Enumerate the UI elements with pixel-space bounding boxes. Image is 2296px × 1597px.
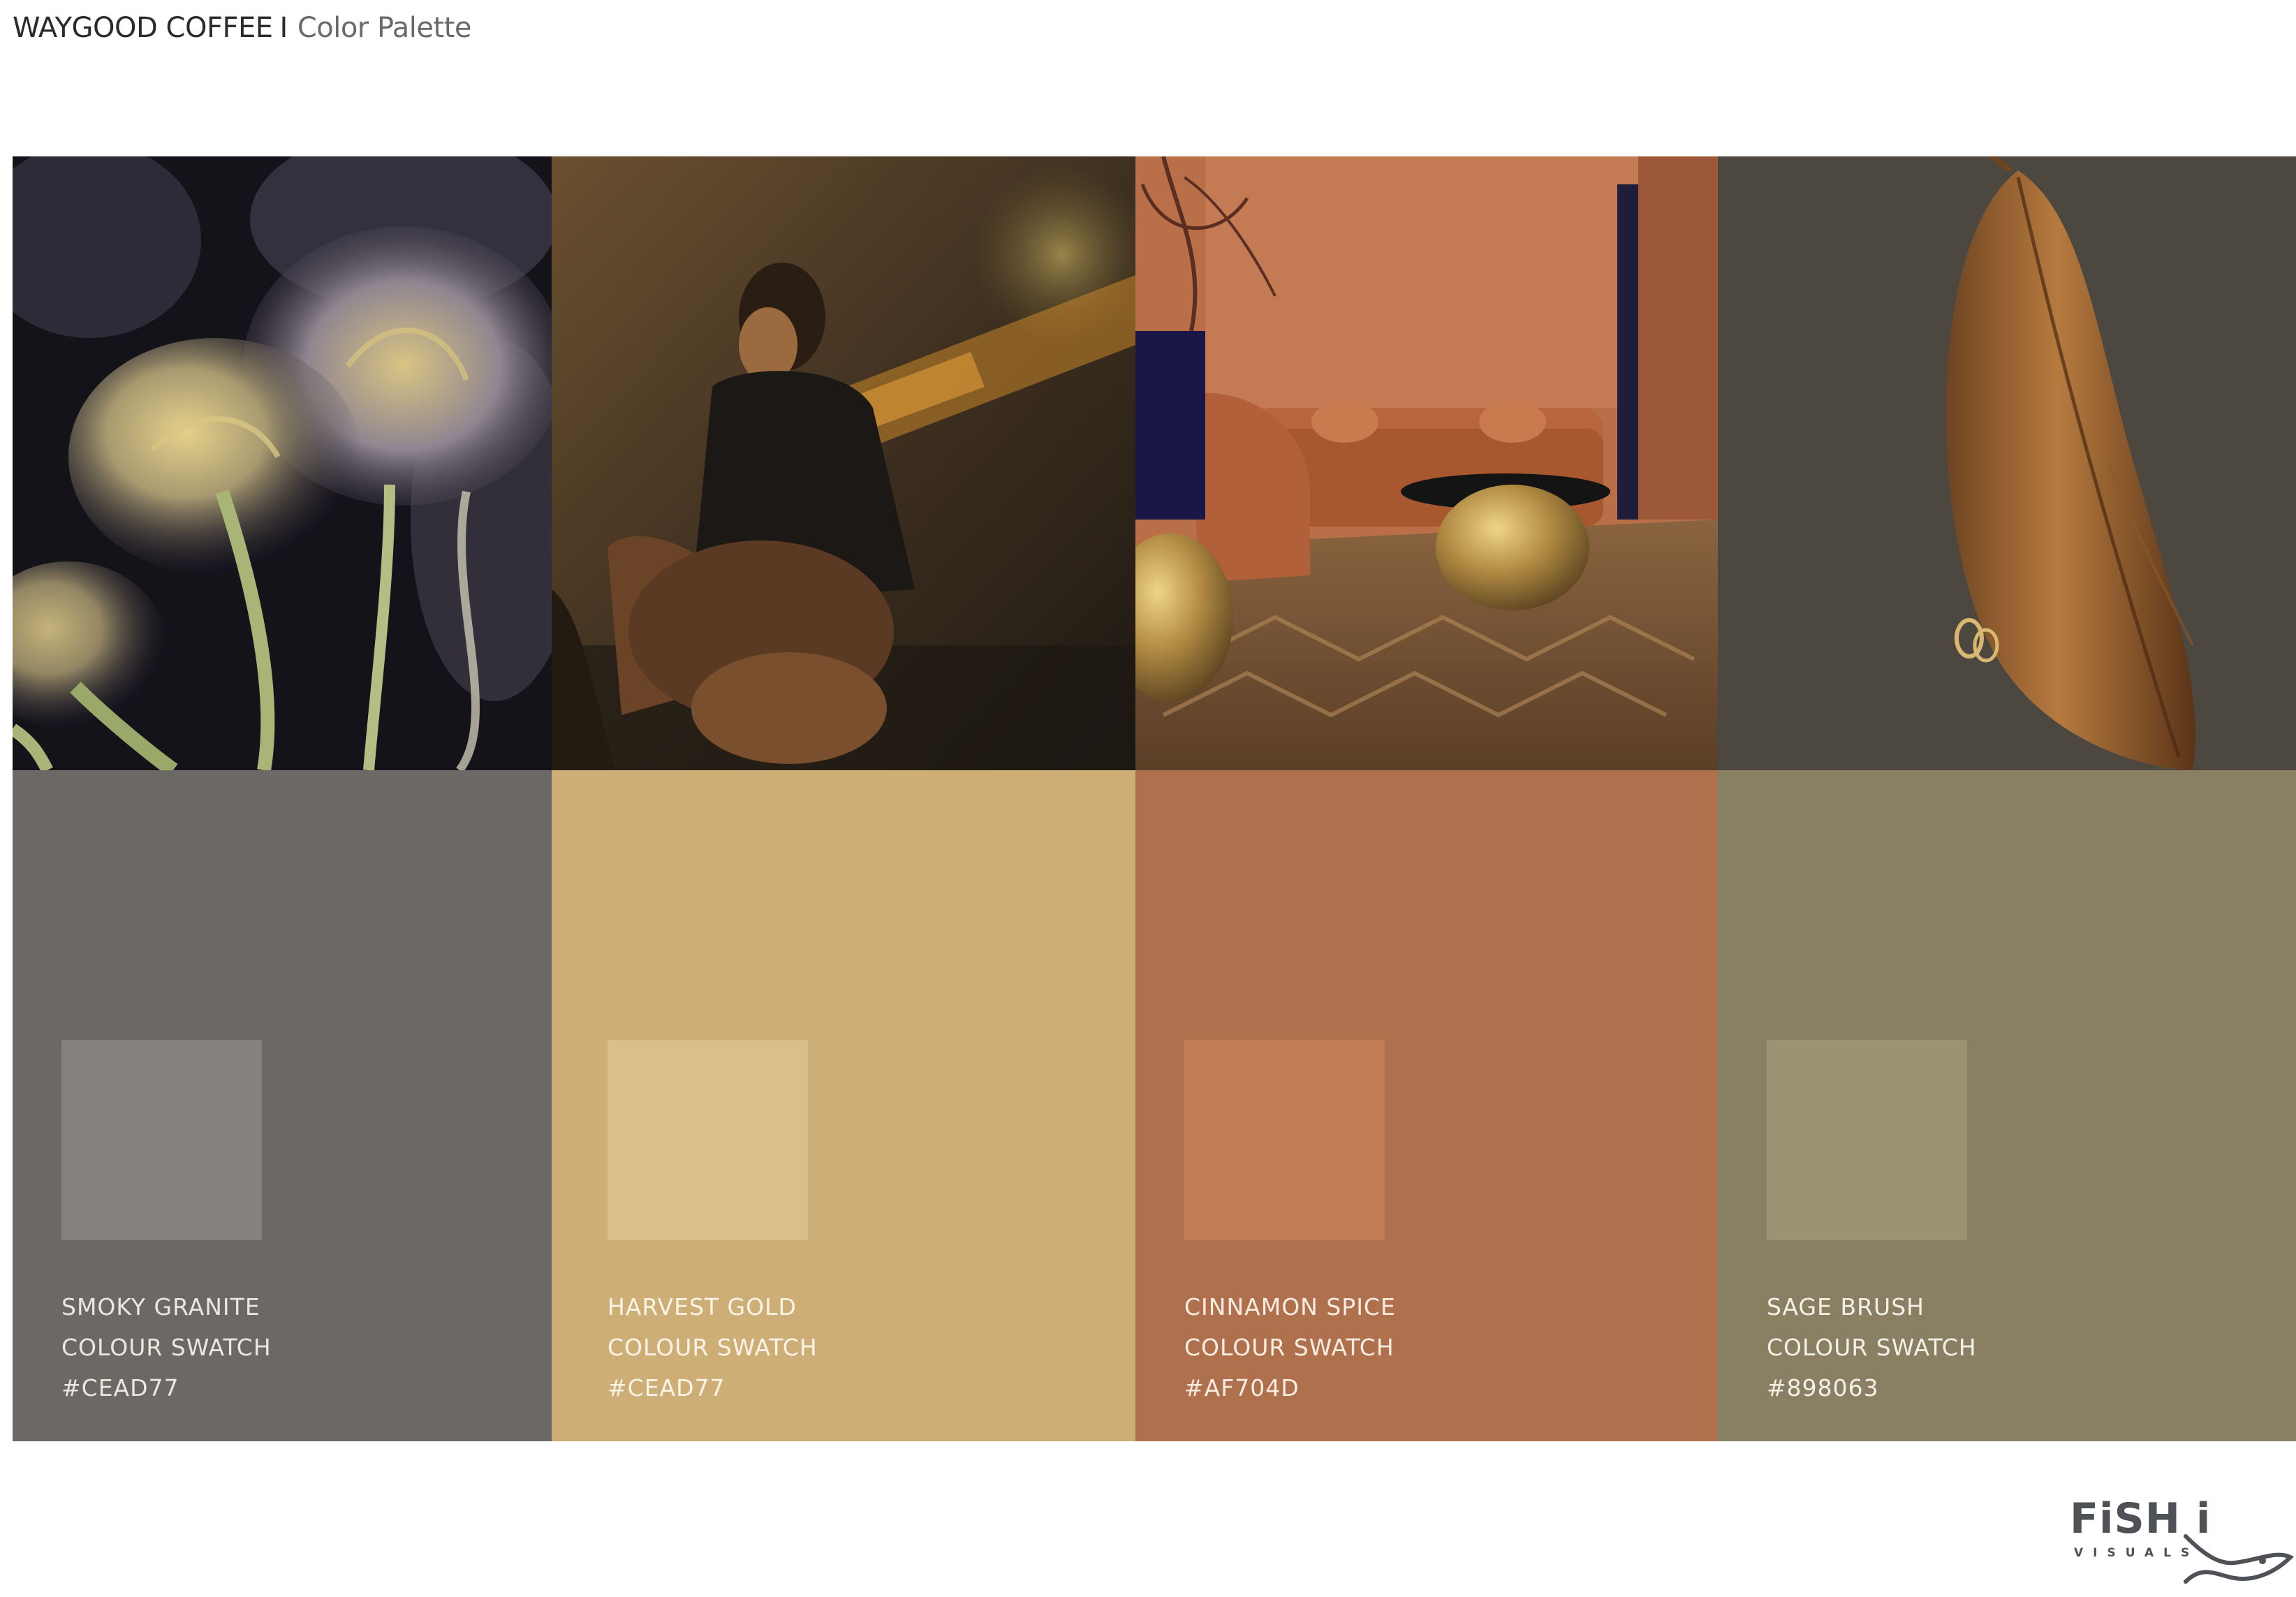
palette-column-harvest-gold: HARVEST GOLD COLOUR SWATCH #CEAD77 xyxy=(552,156,1135,1441)
swatch-label: COLOUR SWATCH xyxy=(608,1334,818,1361)
dried-leaf-photo xyxy=(1718,156,2296,770)
dried-tulips-photo xyxy=(13,156,552,770)
swatch-hex: #CEAD77 xyxy=(608,1374,726,1401)
swatch-details: SMOKY GRANITE COLOUR SWATCH #CEAD77 xyxy=(61,1287,272,1408)
swatch-details: SAGE BRUSH COLOUR SWATCH #898063 xyxy=(1767,1287,1977,1408)
swatch-label: COLOUR SWATCH xyxy=(1767,1334,1977,1361)
color-chip xyxy=(608,1040,808,1240)
swatch-label: COLOUR SWATCH xyxy=(1184,1334,1394,1361)
swatch-name: HARVEST GOLD xyxy=(608,1293,797,1320)
swatch-panel: SMOKY GRANITE COLOUR SWATCH #CEAD77 xyxy=(13,770,552,1441)
color-chip xyxy=(61,1040,262,1240)
color-chip xyxy=(1767,1040,1967,1240)
swatch-name: SMOKY GRANITE xyxy=(61,1293,260,1320)
page-header: WAYGOOD COFFEE I Color Palette xyxy=(13,8,472,47)
page-subtitle: Color Palette xyxy=(297,12,472,44)
swatch-details: HARVEST GOLD COLOUR SWATCH #CEAD77 xyxy=(608,1287,818,1408)
swatch-panel: CINNAMON SPICE COLOUR SWATCH #AF704D xyxy=(1135,770,1718,1441)
woman-in-light-photo xyxy=(552,156,1135,770)
swatch-name: SAGE BRUSH xyxy=(1767,1293,1925,1320)
swatch-details: CINNAMON SPICE COLOUR SWATCH #AF704D xyxy=(1184,1287,1396,1408)
terracotta-living-room-photo xyxy=(1135,156,1718,770)
palette-column-sage-brush: SAGE BRUSH COLOUR SWATCH #898063 xyxy=(1718,156,2296,1441)
swatch-panel: HARVEST GOLD COLOUR SWATCH #CEAD77 xyxy=(552,770,1135,1441)
swatch-hex: #CEAD77 xyxy=(61,1374,179,1401)
swatch-hex: #898063 xyxy=(1767,1374,1879,1401)
color-chip xyxy=(1184,1040,1385,1240)
palette-column-cinnamon-spice: CINNAMON SPICE COLOUR SWATCH #AF704D xyxy=(1135,156,1718,1441)
swatch-panel: SAGE BRUSH COLOUR SWATCH #898063 xyxy=(1718,770,2296,1441)
fish-icon xyxy=(2184,1534,2295,1584)
brand-title: WAYGOOD COFFEE xyxy=(13,12,273,44)
title-separator: I xyxy=(279,12,288,44)
swatch-hex: #AF704D xyxy=(1184,1374,1300,1401)
palette-column-smoky-granite: SMOKY GRANITE COLOUR SWATCH #CEAD77 xyxy=(13,156,552,1441)
palette-board: SMOKY GRANITE COLOUR SWATCH #CEAD77 HARV… xyxy=(13,156,2296,1441)
fish-visuals-logo: FiSH i VISUALS xyxy=(2067,1487,2296,1585)
swatch-name: CINNAMON SPICE xyxy=(1184,1293,1396,1320)
swatch-label: COLOUR SWATCH xyxy=(61,1334,272,1361)
